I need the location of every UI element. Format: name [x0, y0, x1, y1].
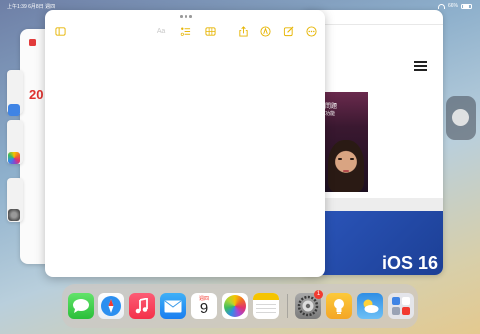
- status-time: 上午1:39: [7, 4, 27, 10]
- window-grabber[interactable]: [180, 15, 192, 18]
- text-format-icon[interactable]: Aa: [154, 25, 168, 37]
- music-icon[interactable]: [129, 293, 155, 319]
- photos-icon[interactable]: [222, 293, 248, 319]
- article-banner[interactable]: 問題 功能: [322, 92, 368, 192]
- calendar-day: 9: [199, 300, 209, 317]
- table-icon[interactable]: [203, 25, 217, 37]
- battery-percent: 66%: [447, 3, 458, 9]
- banner-title: 問題: [325, 104, 338, 110]
- dock-divider: [287, 294, 288, 318]
- tips-icon[interactable]: [326, 293, 352, 319]
- calendar-app-icon: [29, 39, 36, 46]
- notes-window[interactable]: Aa: [45, 10, 325, 277]
- weather-icon[interactable]: [357, 293, 383, 319]
- ios-article-image[interactable]: iOS 16: [322, 211, 443, 275]
- side-stage-tile-2[interactable]: [7, 120, 23, 164]
- banner-subtitle: 功能: [325, 111, 336, 117]
- wifi-icon: [437, 3, 445, 9]
- calendar-icon[interactable]: 週四 9: [191, 293, 217, 319]
- safari-icon[interactable]: [98, 293, 124, 319]
- compose-icon[interactable]: [281, 25, 295, 37]
- mail-icon[interactable]: [160, 293, 186, 319]
- photos-icon: [8, 152, 20, 164]
- handle-dot: [452, 109, 469, 126]
- ios-headline: iOS 16: [381, 253, 438, 273]
- menu-icon[interactable]: [414, 61, 427, 71]
- markup-icon[interactable]: [258, 25, 272, 37]
- more-icon[interactable]: [304, 25, 318, 37]
- status-indicators: 66%: [437, 3, 472, 9]
- dock: 週四 9: [62, 284, 418, 328]
- share-icon[interactable]: [236, 25, 250, 37]
- status-time-date: 上午1:39 6月8日 週四: [7, 3, 55, 10]
- settings-badge: 1: [314, 290, 323, 299]
- side-stage-tile-1[interactable]: [7, 70, 23, 116]
- messages-icon[interactable]: [68, 293, 94, 319]
- app-library-icon[interactable]: [388, 293, 414, 319]
- app-thumbnail-icon: [8, 104, 20, 116]
- text-format-label: Aa: [156, 27, 166, 35]
- side-stage-handle[interactable]: [446, 96, 476, 140]
- calendar-year: 20: [29, 87, 44, 102]
- side-stage-tile-3[interactable]: [7, 178, 23, 222]
- notes-icon[interactable]: [253, 293, 279, 319]
- portrait-image: [328, 140, 364, 192]
- checklist-icon[interactable]: [178, 25, 192, 37]
- settings-icon: [8, 209, 20, 221]
- battery-icon: [461, 3, 472, 9]
- content-divider: [322, 198, 443, 211]
- sidebar-toggle-icon[interactable]: [53, 25, 67, 37]
